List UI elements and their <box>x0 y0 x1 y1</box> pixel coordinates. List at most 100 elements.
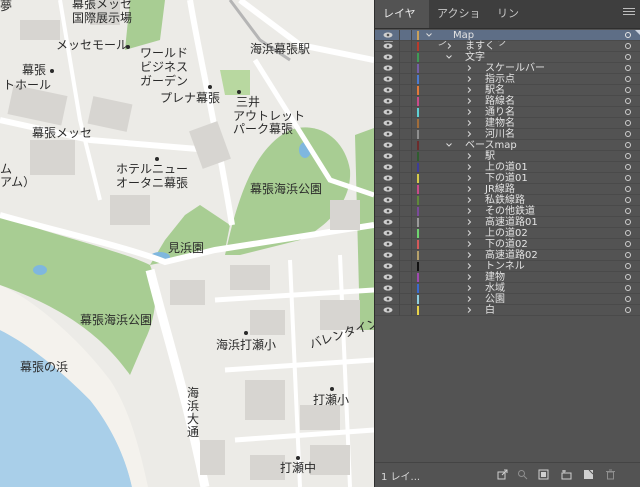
visibility-eye-icon[interactable] <box>383 252 393 258</box>
target-circle-icon[interactable] <box>625 285 631 291</box>
lock-column[interactable] <box>399 162 400 173</box>
layer-row[interactable]: 指示点 <box>375 74 640 85</box>
locate-object-icon[interactable] <box>517 469 528 480</box>
chevron-right-icon[interactable] <box>465 86 473 94</box>
layer-row[interactable]: スケールバー <box>375 63 640 74</box>
layer-name[interactable]: 文字 <box>465 52 485 63</box>
layer-row[interactable]: 路線名 <box>375 96 640 107</box>
visibility-eye-icon[interactable] <box>383 76 393 82</box>
layer-row[interactable]: 下の道01 <box>375 173 640 184</box>
lock-column[interactable] <box>399 261 400 272</box>
layer-row[interactable]: 高速道路02 <box>375 250 640 261</box>
layer-name[interactable]: 駅 <box>485 151 495 162</box>
chevron-right-icon[interactable] <box>465 130 473 138</box>
visibility-eye-icon[interactable] <box>383 186 393 192</box>
lock-column[interactable] <box>399 96 400 107</box>
chevron-right-icon[interactable] <box>465 174 473 182</box>
target-circle-icon[interactable] <box>625 175 631 181</box>
layer-row[interactable]: 建物名 <box>375 118 640 129</box>
target-circle-icon[interactable] <box>625 153 631 159</box>
layer-row[interactable]: 河川名 <box>375 129 640 140</box>
visibility-eye-icon[interactable] <box>383 164 393 170</box>
chevron-right-icon[interactable] <box>465 152 473 160</box>
chevron-right-icon[interactable] <box>445 42 453 50</box>
lock-column[interactable] <box>399 173 400 184</box>
target-circle-icon[interactable] <box>625 32 631 38</box>
layer-name[interactable]: JR線路 <box>485 184 515 195</box>
lock-column[interactable] <box>399 52 400 63</box>
layer-name[interactable]: 公園 <box>485 294 505 305</box>
target-circle-icon[interactable] <box>625 87 631 93</box>
lock-column[interactable] <box>399 63 400 74</box>
lock-column[interactable] <box>399 250 400 261</box>
chevron-right-icon[interactable] <box>465 108 473 116</box>
layer-row[interactable]: JR線路 <box>375 184 640 195</box>
chevron-right-icon[interactable] <box>465 229 473 237</box>
panel-menu-icon[interactable] <box>623 6 635 18</box>
target-circle-icon[interactable] <box>625 76 631 82</box>
layer-name[interactable]: 建物 <box>485 272 505 283</box>
layer-row[interactable]: 私鉄線路 <box>375 195 640 206</box>
target-circle-icon[interactable] <box>625 252 631 258</box>
chevron-right-icon[interactable] <box>465 295 473 303</box>
target-circle-icon[interactable] <box>625 98 631 104</box>
lock-column[interactable] <box>399 74 400 85</box>
delete-layer-icon[interactable] <box>605 469 616 480</box>
visibility-eye-icon[interactable] <box>383 307 393 313</box>
layer-name[interactable]: 下の道01 <box>485 173 528 184</box>
layer-row[interactable]: 駅名 <box>375 85 640 96</box>
layer-row[interactable]: 上の道02 <box>375 228 640 239</box>
target-circle-icon[interactable] <box>625 208 631 214</box>
chevron-right-icon[interactable] <box>465 163 473 171</box>
visibility-eye-icon[interactable] <box>383 296 393 302</box>
layer-name[interactable]: 指示点 <box>485 74 515 85</box>
target-circle-icon[interactable] <box>625 65 631 71</box>
layer-name[interactable]: 路線名 <box>485 96 515 107</box>
layer-name[interactable]: 通り名 <box>485 107 515 118</box>
target-circle-icon[interactable] <box>625 186 631 192</box>
layer-row[interactable]: ますく <box>375 41 640 52</box>
map-canvas[interactable]: 幕張メッセ 国際展示場 夢 メッセモール ワールド ビジネス ガーデン 海浜幕張… <box>0 0 374 487</box>
lock-column[interactable] <box>399 184 400 195</box>
target-circle-icon[interactable] <box>625 164 631 170</box>
layer-name[interactable]: 私鉄線路 <box>485 195 525 206</box>
layer-name[interactable]: 白 <box>485 305 495 316</box>
layer-row[interactable]: 駅 <box>375 151 640 162</box>
lock-column[interactable] <box>399 30 400 41</box>
visibility-eye-icon[interactable] <box>383 208 393 214</box>
lock-column[interactable] <box>399 217 400 228</box>
visibility-eye-icon[interactable] <box>383 142 393 148</box>
layer-name[interactable]: ベースmap <box>465 140 517 151</box>
layer-name[interactable]: その他鉄道 <box>485 206 535 217</box>
layer-name[interactable]: 高速道路02 <box>485 250 538 261</box>
layer-row[interactable]: 通り名 <box>375 107 640 118</box>
export-icon[interactable] <box>497 469 508 480</box>
visibility-eye-icon[interactable] <box>383 274 393 280</box>
lock-column[interactable] <box>399 272 400 283</box>
target-circle-icon[interactable] <box>625 230 631 236</box>
chevron-right-icon[interactable] <box>465 251 473 259</box>
layer-row[interactable]: 文字 <box>375 52 640 63</box>
tab-layers[interactable]: レイヤー <box>375 0 429 48</box>
new-layer-icon[interactable] <box>583 469 594 480</box>
visibility-eye-icon[interactable] <box>383 120 393 126</box>
lock-column[interactable] <box>399 129 400 140</box>
visibility-eye-icon[interactable] <box>383 32 393 38</box>
chevron-right-icon[interactable] <box>465 196 473 204</box>
layer-row[interactable]: ベースmap <box>375 140 640 151</box>
lock-column[interactable] <box>399 107 400 118</box>
layer-name[interactable]: 駅名 <box>485 85 505 96</box>
layer-row[interactable]: 下の道02 <box>375 239 640 250</box>
target-circle-icon[interactable] <box>625 241 631 247</box>
visibility-eye-icon[interactable] <box>383 285 393 291</box>
layer-name[interactable]: 上の道02 <box>485 228 528 239</box>
chevron-right-icon[interactable] <box>465 240 473 248</box>
layer-row[interactable]: 建物 <box>375 272 640 283</box>
chevron-right-icon[interactable] <box>465 273 473 281</box>
layer-row[interactable]: 高速道路01 <box>375 217 640 228</box>
visibility-eye-icon[interactable] <box>383 197 393 203</box>
visibility-eye-icon[interactable] <box>383 87 393 93</box>
layer-name[interactable]: 水域 <box>485 283 505 294</box>
visibility-eye-icon[interactable] <box>383 153 393 159</box>
lock-column[interactable] <box>399 140 400 151</box>
